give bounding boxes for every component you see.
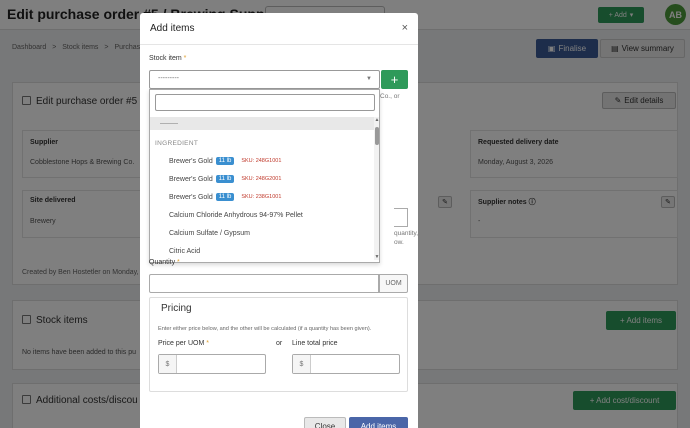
option-size-badge: 11 lb: [215, 157, 235, 165]
scroll-down-arrow-icon[interactable]: ▼: [374, 254, 379, 260]
close-button[interactable]: Close: [304, 417, 346, 428]
stock-item-help-text: Co., or: [380, 93, 400, 100]
stock-item-label: Stock item *: [149, 55, 186, 62]
option-name: Calcium Sulfate / Gypsum: [169, 229, 250, 237]
dropdown-placeholder-option[interactable]: ---------: [150, 117, 374, 130]
dropdown-option[interactable]: Brewer's Gold 11 lb SKU: 248G1001: [150, 152, 374, 170]
option-name: Brewer's Gold: [169, 157, 213, 165]
option-name: Calcium Chloride Anhydrous 94-97% Pellet: [169, 211, 303, 219]
dropdown-scrollbar[interactable]: ▲ ▼: [374, 117, 379, 260]
line-total-label: Line total price: [292, 340, 338, 347]
add-items-modal: Add items × Stock item * --------- ▼ + C…: [140, 13, 418, 428]
dropdown-search-input[interactable]: [155, 94, 375, 111]
option-sku: SKU: 248G1001: [241, 158, 282, 164]
dropdown-option[interactable]: Brewer's Gold 11 lb SKU: 248G2001: [150, 170, 374, 188]
option-name: Brewer's Gold: [169, 175, 213, 183]
or-label: or: [276, 340, 283, 347]
dropdown-option[interactable]: Citric Acid: [150, 242, 374, 260]
dropdown-group-ingredient: INGREDIENT: [155, 139, 199, 147]
scroll-up-arrow-icon[interactable]: ▲: [374, 117, 379, 123]
option-name: Citric Acid: [169, 247, 201, 255]
add-items-button[interactable]: Add items: [349, 417, 408, 428]
currency-addon: $: [159, 355, 177, 373]
price-per-uom-label: Price per UOM *: [158, 340, 209, 347]
modal-header: Add items ×: [140, 13, 418, 45]
option-size-badge: 11 lb: [215, 175, 235, 183]
price-per-uom-label-text: Price per UOM: [158, 340, 205, 347]
required-mark: *: [177, 259, 180, 266]
quantity-input[interactable]: [149, 274, 379, 293]
option-name: Brewer's Gold: [169, 193, 213, 201]
quantity-help-text: quantity, ow.: [394, 229, 418, 247]
hidden-field-edge: [394, 208, 408, 227]
stock-item-dropdown: --------- INGREDIENT Brewer's Gold 11 lb…: [149, 89, 380, 263]
uom-addon: UOM: [379, 274, 408, 293]
help-line-1: quantity,: [394, 230, 418, 237]
pricing-title: Pricing: [157, 303, 196, 314]
quantity-label-text: Quantity: [149, 259, 176, 266]
stock-item-select[interactable]: --------- ▼: [149, 70, 380, 89]
line-total-input[interactable]: $: [292, 354, 400, 374]
price-per-uom-input[interactable]: $: [158, 354, 266, 374]
close-icon[interactable]: ×: [402, 22, 408, 34]
chevron-down-icon: ▼: [366, 76, 372, 82]
option-size-badge: 11 lb: [215, 193, 235, 201]
dropdown-option[interactable]: Calcium Chloride Anhydrous 94-97% Pellet: [150, 206, 374, 224]
required-mark: *: [183, 55, 187, 62]
option-sku: SKU: 238G1001: [241, 194, 282, 200]
stock-item-label-text: Stock item: [149, 55, 182, 62]
pricing-hint: Enter either price below, and the other …: [158, 326, 372, 332]
dropdown-option[interactable]: Calcium Sulfate / Gypsum: [150, 224, 374, 242]
quantity-label: Quantity *: [149, 259, 180, 266]
stock-item-select-value: ---------: [158, 75, 179, 82]
help-line-2: ow.: [394, 239, 404, 246]
required-mark: *: [206, 340, 209, 347]
dropdown-option[interactable]: Brewer's Gold 11 lb SKU: 238G1001: [150, 188, 374, 206]
create-stock-item-button[interactable]: +: [381, 70, 408, 89]
modal-title: Add items: [150, 23, 195, 34]
currency-addon: $: [293, 355, 311, 373]
dropdown-options: --------- INGREDIENT Brewer's Gold 11 lb…: [150, 117, 374, 260]
scrollbar-thumb[interactable]: [375, 127, 379, 145]
option-sku: SKU: 248G2001: [241, 176, 282, 182]
